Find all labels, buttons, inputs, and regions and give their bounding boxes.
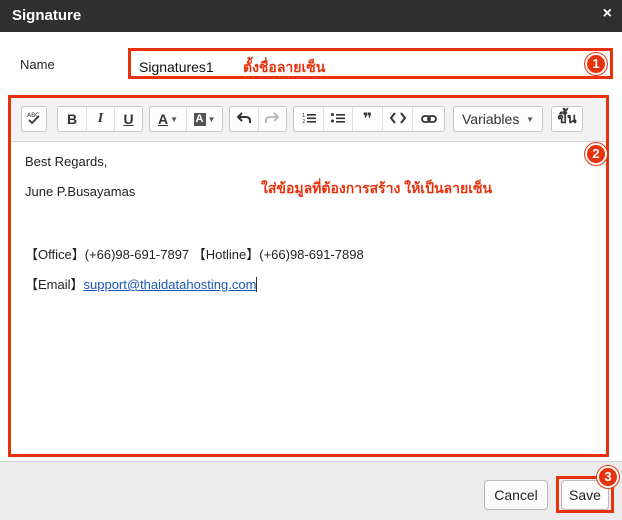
undo-button[interactable] — [230, 107, 258, 131]
signature-editor: ABC B I U A ▼ A ▼ 1 2 ❞ Variables ▼ ขึ้น… — [8, 95, 609, 457]
signature-email-line: 【Email】support@thaidatahosting.com — [25, 274, 258, 293]
ordered-list-button[interactable]: 12 — [294, 107, 323, 131]
background-color-button[interactable]: A ▼ — [185, 107, 222, 131]
close-icon[interactable]: × — [603, 5, 612, 23]
up-button[interactable]: ขึ้น — [551, 106, 583, 132]
spellcheck-button[interactable]: ABC — [21, 106, 47, 132]
editor-annotation: ใส่ข้อมูลที่ต้องการสร้าง ให้เป็นลายเซ็น — [261, 180, 493, 196]
history-group — [229, 106, 287, 132]
redo-icon — [265, 111, 280, 127]
signature-line-2: June P.Busayamas — [25, 184, 136, 199]
text-cursor — [256, 277, 258, 292]
underline-button[interactable]: U — [114, 107, 142, 131]
bullet-list-button[interactable] — [323, 107, 352, 131]
blockquote-icon: ❞ — [362, 111, 373, 128]
link-button[interactable] — [412, 107, 444, 131]
email-link[interactable]: support@thaidatahosting.com — [84, 277, 257, 292]
variables-dropdown[interactable]: Variables ▼ — [453, 106, 543, 132]
code-icon — [389, 111, 406, 127]
name-label: Name — [20, 57, 55, 72]
undo-icon — [236, 111, 251, 127]
email-prefix: 【Email】 — [25, 277, 84, 292]
link-icon — [420, 111, 437, 127]
name-annotation: ตั้งชื่อลายเซ็น — [243, 59, 326, 75]
italic-button[interactable]: I — [86, 107, 114, 131]
format-group: B I U — [57, 106, 143, 132]
ordered-list-icon: 12 — [302, 111, 316, 127]
step-badge-3: 3 — [597, 466, 619, 488]
background-color-icon: A — [193, 112, 206, 126]
block-group: 12 ❞ — [293, 106, 445, 132]
step-badge-2: 2 — [585, 143, 607, 165]
bullet-list-icon — [331, 111, 345, 127]
chevron-down-icon: ▼ — [170, 114, 179, 124]
font-color-button[interactable]: A ▼ — [150, 107, 186, 131]
chevron-down-icon: ▼ — [526, 114, 534, 124]
spellcheck-icon: ABC — [26, 110, 42, 129]
editor-toolbar: ABC B I U A ▼ A ▼ 1 2 ❞ Variables ▼ ขึ้น — [11, 98, 606, 142]
redo-button[interactable] — [257, 107, 286, 131]
dialog-title: Signature — [12, 7, 82, 24]
blockquote-button[interactable]: ❞ — [352, 107, 382, 131]
font-color-icon: A — [157, 111, 169, 127]
code-button[interactable] — [382, 107, 412, 131]
name-input-value: Signatures1 — [139, 59, 214, 75]
bold-button[interactable]: B — [58, 107, 86, 131]
variables-label: Variables — [462, 111, 520, 127]
dialog-title-bar: Signature × — [0, 0, 622, 32]
color-group: A ▼ A ▼ — [149, 106, 223, 132]
cancel-button[interactable]: Cancel — [484, 480, 548, 510]
signature-contact-line: 【Office】(+66)98-691-7897 【Hotline】(+66)9… — [25, 247, 364, 262]
step-badge-1: 1 — [585, 53, 607, 75]
chevron-down-icon: ▼ — [207, 114, 216, 124]
signature-line-1: Best Regards, — [25, 154, 108, 169]
name-input[interactable]: Signatures1 ตั้งชื่อลายเซ็น — [128, 48, 613, 79]
svg-text:2: 2 — [302, 119, 305, 124]
